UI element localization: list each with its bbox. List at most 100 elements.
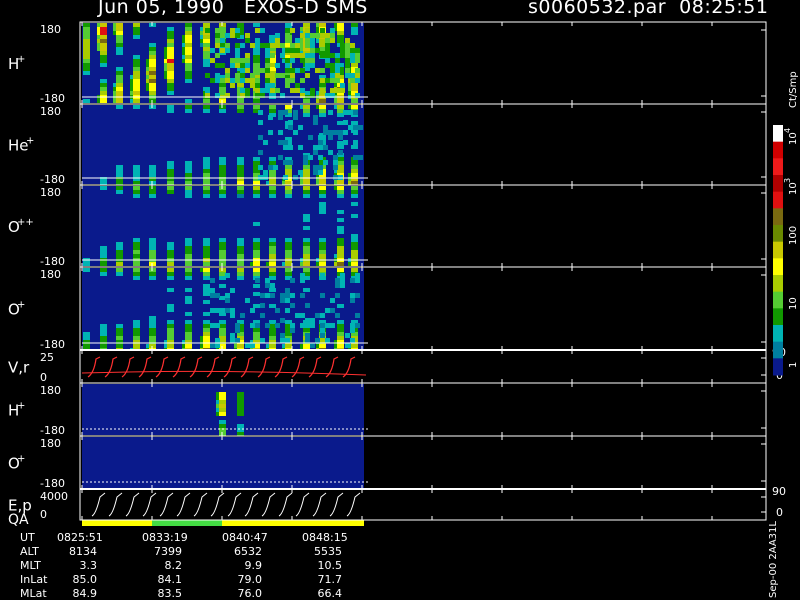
heatmap-cell <box>100 272 107 276</box>
heatmap-cell <box>280 53 285 58</box>
heatmap-cell <box>253 51 260 55</box>
heatmap-cell <box>330 308 335 313</box>
ephemeris-value: 7399 <box>154 545 182 558</box>
y-axis-top-label: 180 <box>40 384 61 397</box>
y-axis-bottom-label: 0 <box>40 371 47 384</box>
heatmap-cell <box>83 47 90 51</box>
heatmap-cell <box>219 400 226 404</box>
heatmap-cell <box>216 400 219 404</box>
heatmap-cell <box>133 194 140 198</box>
heatmap-cell <box>133 105 140 109</box>
colorbar-tick-exponent: 4 <box>783 128 792 133</box>
heatmap-cell <box>237 186 244 190</box>
heatmap-cell <box>355 58 360 63</box>
heatmap-cell <box>351 99 358 103</box>
heatmap-cell <box>219 254 226 258</box>
heatmap-cell <box>237 254 244 258</box>
heatmap-cell <box>333 155 338 160</box>
heatmap-cell <box>237 83 244 87</box>
heatmap-cell <box>351 105 358 109</box>
heatmap-cell <box>255 38 260 43</box>
heatmap-cell <box>351 83 358 87</box>
heatmap-cell <box>83 27 90 31</box>
heatmap-cell <box>167 262 174 266</box>
heatmap-cell <box>253 105 260 109</box>
heatmap-cell <box>265 293 270 298</box>
heatmap-cell <box>285 186 292 190</box>
heatmap-cell <box>303 23 310 27</box>
heatmap-cell <box>337 250 344 254</box>
heatmap-cell <box>328 110 333 115</box>
heatmap-cell <box>167 67 174 71</box>
heatmap-cell <box>265 48 270 53</box>
heatmap-cell <box>258 165 263 170</box>
heatmap-cell <box>203 276 210 280</box>
heatmap-cell <box>275 73 280 78</box>
heatmap-cell <box>335 68 340 73</box>
heatmap-cell <box>167 344 174 348</box>
heatmap-cell <box>253 272 260 276</box>
heatmap-cell <box>164 344 167 348</box>
heatmap-cell <box>319 190 326 194</box>
heatmap-cell <box>167 35 174 39</box>
heatmap-cell <box>149 320 156 324</box>
heatmap-cell <box>245 343 250 348</box>
heatmap-cell <box>269 344 276 348</box>
heatmap-cell <box>319 210 326 214</box>
heatmap-cell <box>320 328 325 333</box>
heatmap-cell <box>237 169 244 173</box>
heatmap-cell <box>116 47 123 51</box>
heatmap-cell <box>83 67 90 71</box>
heatmap-cell <box>328 135 333 140</box>
heatmap-cell <box>348 125 353 130</box>
heatmap-cell <box>245 53 250 58</box>
heatmap-cell <box>185 312 192 316</box>
heatmap-cell <box>113 99 116 103</box>
heatmap-cell <box>167 173 174 177</box>
heatmap-cell <box>337 165 344 169</box>
heatmap-cell <box>100 43 107 47</box>
colorbar-unit-label: Ct/Smp <box>788 71 799 108</box>
heatmap-cell <box>253 332 260 336</box>
heatmap-cell <box>280 318 285 323</box>
heatmap-cell <box>285 48 290 53</box>
heatmap-cell <box>203 250 210 254</box>
heatmap-cell <box>345 48 350 53</box>
heatmap-cell <box>167 186 174 190</box>
heatmap-cell <box>216 392 219 396</box>
heatmap-cell <box>295 38 300 43</box>
energy-trace <box>159 492 174 517</box>
colorbar-swatch <box>773 225 783 243</box>
heatmap-cell <box>167 47 174 51</box>
panel-species-charge: + <box>17 300 25 311</box>
heatmap-cell <box>260 68 265 73</box>
heatmap-cell <box>295 48 300 53</box>
colorbar-tick-label: 100 <box>788 226 799 245</box>
heatmap-cell <box>334 344 337 348</box>
heatmap-cell <box>325 43 330 48</box>
heatmap-cell <box>133 324 140 328</box>
heatmap-cell <box>133 336 140 340</box>
right-axis-label: 90 <box>772 485 786 498</box>
heatmap-cell <box>288 145 293 150</box>
heatmap-cell <box>133 332 140 336</box>
ephemeris-value: 0833:19 <box>142 531 188 544</box>
heatmap-cell <box>83 63 90 67</box>
heatmap-cell <box>303 218 310 222</box>
heatmap-cell <box>116 344 123 348</box>
heatmap-cell <box>330 88 335 93</box>
heatmap-cell <box>149 59 156 63</box>
heatmap-cell <box>303 246 310 250</box>
heatmap-cell <box>355 73 360 78</box>
colorbar-tick-label: 10 <box>788 297 799 310</box>
heatmap-cell <box>260 313 265 318</box>
heatmap-cell <box>337 181 344 185</box>
heatmap-cell <box>182 35 185 39</box>
panel-species-label: V,r <box>8 359 30 377</box>
heatmap-cell <box>216 404 219 408</box>
heatmap-cell <box>167 79 174 83</box>
heatmap-cell <box>185 109 192 113</box>
heatmap-cell <box>203 262 210 266</box>
heatmap-cell <box>265 58 270 63</box>
heatmap-cell <box>280 43 285 48</box>
